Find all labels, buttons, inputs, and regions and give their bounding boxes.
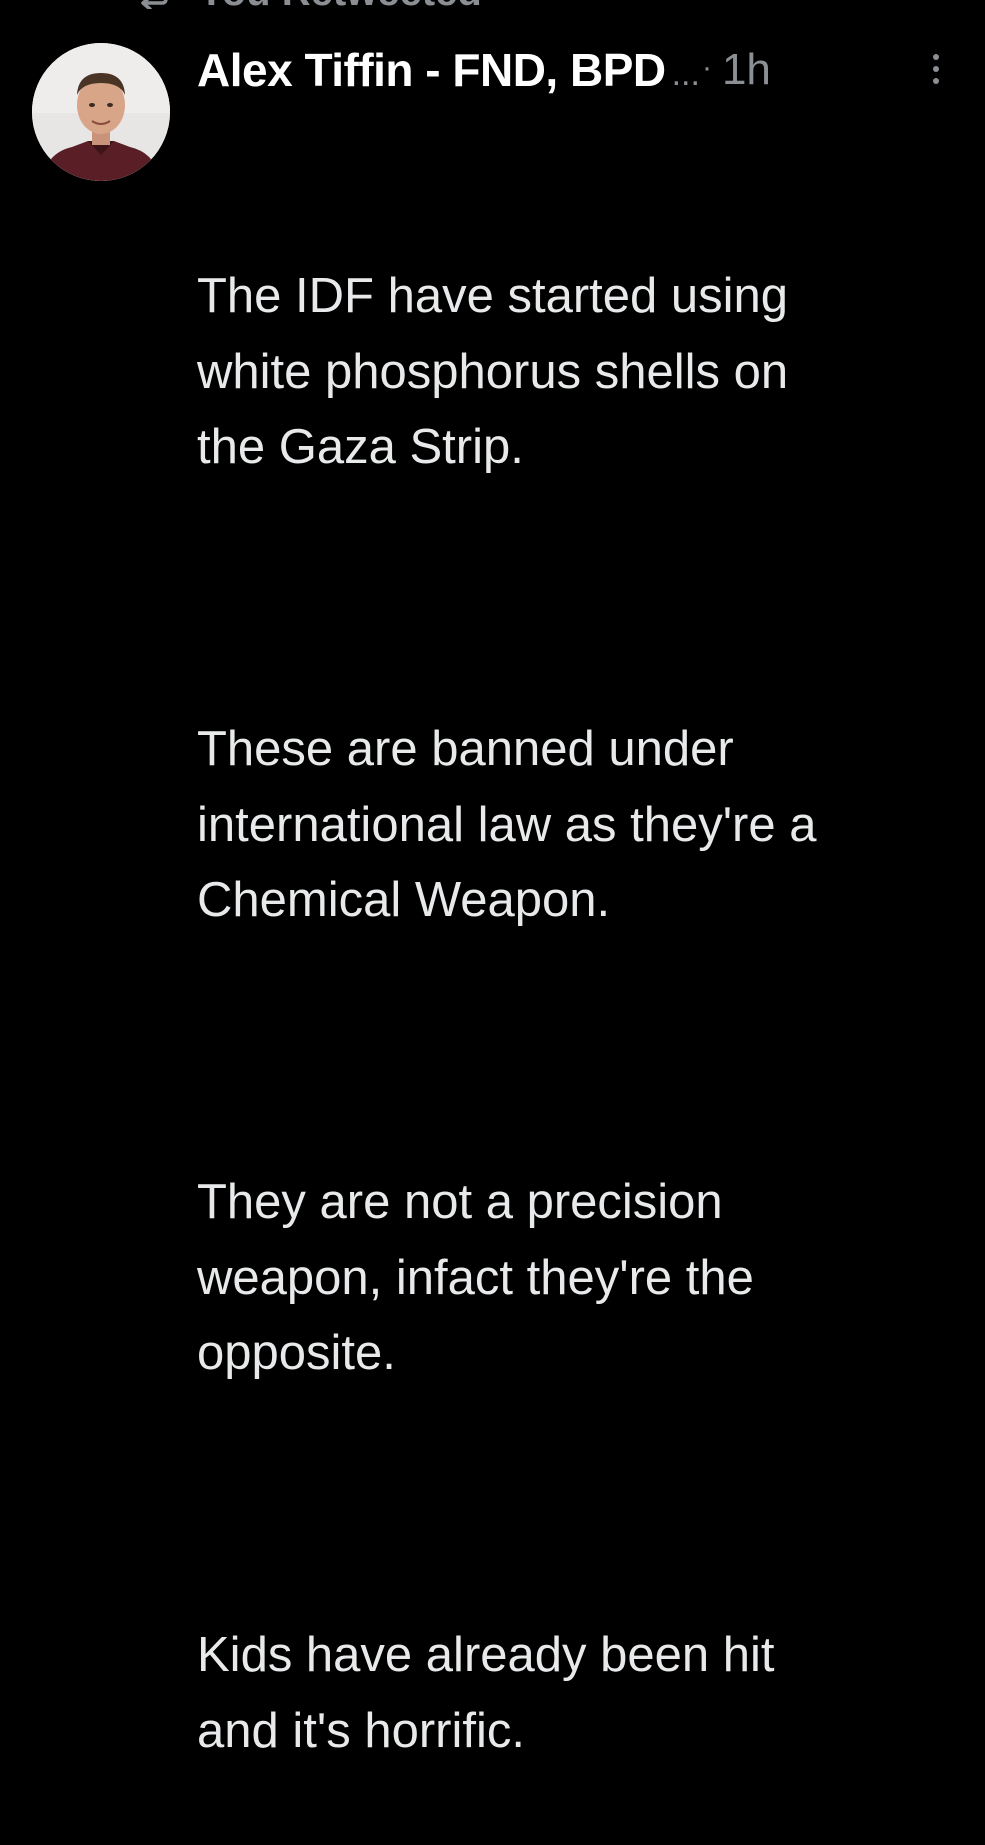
retweet-label: You Retweeted xyxy=(198,0,482,15)
tweet-paragraph: The IDF have started using white phospho… xyxy=(197,269,789,474)
retweet-icon xyxy=(130,0,170,9)
tweet-paragraph: Kids have already been hit and it's horr… xyxy=(197,1628,775,1758)
tweet-text: The IDF have started using white phospho… xyxy=(197,108,967,1845)
timestamp[interactable]: 1h xyxy=(722,45,771,95)
tweet-paragraph: These are banned under international law… xyxy=(197,722,817,927)
name-truncation: ... xyxy=(671,54,700,93)
author-name[interactable]: Alex Tiffin - FND, BPD xyxy=(197,43,666,97)
more-vertical-icon[interactable] xyxy=(926,51,946,87)
tweet-paragraph: They are not a precision weapon, infact … xyxy=(197,1175,754,1380)
avatar[interactable] xyxy=(32,43,170,181)
retweet-banner: You Retweeted xyxy=(130,0,482,15)
tweet-header: Alex Tiffin - FND, BPD ... · 1h xyxy=(197,40,957,100)
separator-dot: · xyxy=(701,51,712,84)
